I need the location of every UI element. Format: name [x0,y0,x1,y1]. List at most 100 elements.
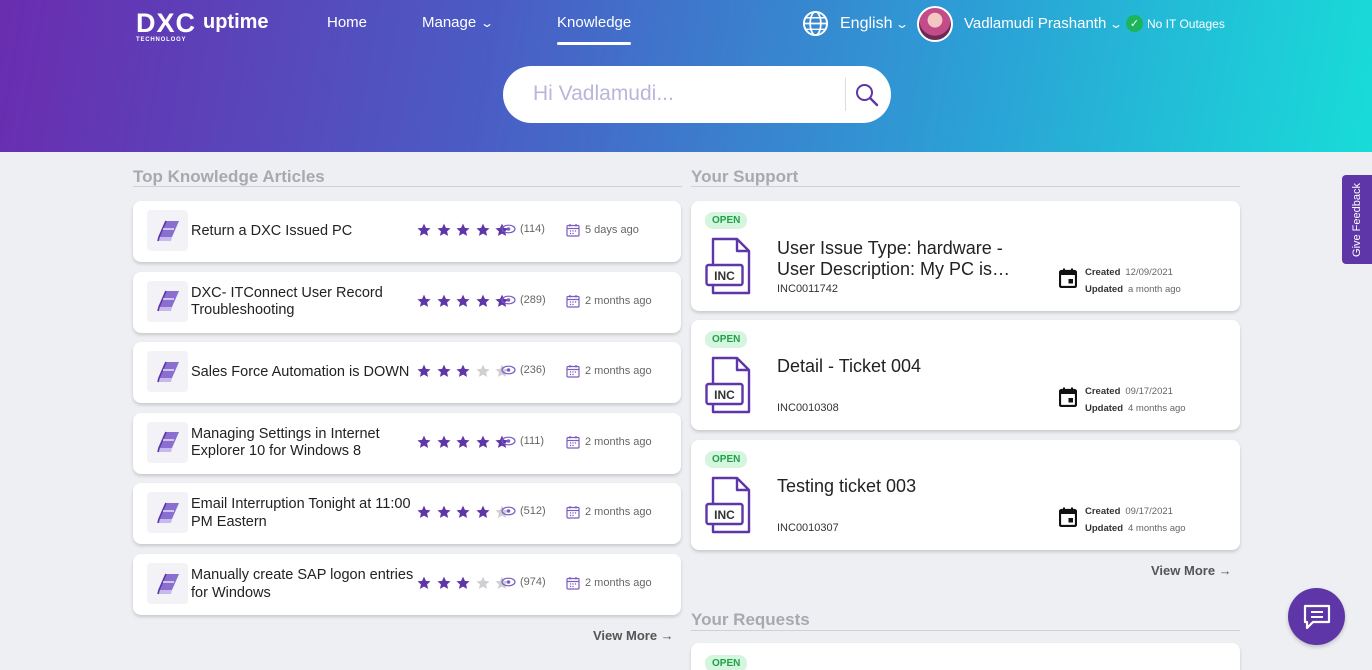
support-section-title: Your Support [691,167,799,186]
article-rating [416,222,514,238]
give-feedback-tab[interactable]: Give Feedback [1342,175,1372,264]
eye-icon [501,506,516,516]
star-icon [476,506,490,519]
knowledge-article-card[interactable]: Managing Settings in Internet Explorer 1… [133,412,681,474]
created-label: Created [1085,505,1121,517]
dxc-logo[interactable]: DXC TECHNOLOGY uptime [136,10,269,44]
chat-icon [1303,604,1330,629]
globe-icon[interactable] [802,10,829,37]
article-view-count: (289) [520,293,546,306]
svg-text:INC: INC [714,269,735,283]
article-date: 2 months ago [566,364,652,378]
chevron-down-icon: ⌄ [1109,17,1124,31]
requests-section-title: Your Requests [691,610,810,629]
updated-date: a month ago [1128,284,1181,295]
status-badge: OPEN [705,655,748,670]
knowledge-article-card[interactable]: DXC- ITConnect User Record Troubleshooti… [133,271,681,333]
article-rating [416,575,514,591]
chat-button[interactable] [1288,588,1345,645]
article-icon-box [147,280,188,322]
article-date: 2 months ago [566,505,652,519]
article-rating [416,363,514,379]
article-rating [416,504,514,520]
article-view-count: (114) [520,223,545,235]
knowledge-section-title: Top Knowledge Articles [133,167,325,186]
updated-label: Updated [1085,284,1123,295]
knowledge-article-card[interactable]: Email Interruption Tonight at 11:00 PM E… [133,483,681,545]
article-date-text: 2 months ago [585,506,652,519]
updated-date: 4 months ago [1128,403,1186,415]
eye-icon [501,295,516,304]
support-ticket-card[interactable]: OPEN INC User Issue Type: hardware - Use… [691,201,1240,311]
support-view-more-link[interactable]: View More → [1151,563,1232,578]
svg-text:INC: INC [714,388,735,402]
knowledge-article-card[interactable]: Sales Force Automation is DOWN (236) 2 mon… [133,342,681,404]
star-icon [456,576,470,589]
ticket-title: User Issue Type: hardware - User Descrip… [777,238,1011,279]
book-icon [156,502,179,524]
created-date: 09/17/2021 [1125,386,1173,398]
nav-knowledge[interactable]: Knowledge [557,14,632,45]
star-icon [417,576,431,589]
star-icon [456,506,470,519]
nav-knowledge-label: Knowledge [557,14,632,31]
search-icon[interactable] [854,82,880,108]
ticket-number: INC0011742 [777,283,838,295]
header-banner: DXC TECHNOLOGY uptime Home Manage ⌄ Knowl… [0,0,1372,152]
article-date-text: 2 months ago [585,435,652,448]
request-card[interactable]: OPEN [691,643,1240,670]
book-icon [156,290,179,312]
star-icon [437,364,451,378]
language-selector[interactable]: English ⌄ [840,15,910,33]
created-date: 09/17/2021 [1125,505,1173,517]
star-icon [437,576,451,589]
avatar[interactable] [917,6,953,42]
article-title: Email Interruption Tonight at 11:00 PM E… [191,496,411,530]
give-feedback-label: Give Feedback [1351,182,1363,257]
nav-home[interactable]: Home [327,14,367,31]
article-title: Sales Force Automation is DOWN [191,363,410,380]
calendar-icon [566,506,580,519]
created-date: 12/09/2021 [1125,267,1173,278]
knowledge-view-more-link[interactable]: View More → [593,628,674,643]
article-title: DXC- ITConnect User Record Troubleshooti… [191,284,383,319]
nav-home-label: Home [327,14,368,31]
article-view-count: (974) [520,576,546,588]
inc-document-icon: INC [705,237,751,295]
star-icon [417,435,431,448]
article-view-count: (236) [520,364,546,377]
star-icon [456,294,470,307]
star-icon [437,223,451,236]
ticket-number: INC0010307 [777,521,839,534]
calendar-icon [566,294,580,308]
star-icon [476,294,490,307]
it-status[interactable]: ✓ No IT Outages [1126,15,1225,32]
ticket-updated: Updated 4 months ago [1085,403,1186,414]
knowledge-article-card[interactable]: Manually create SAP logon entries for Wi… [133,554,681,615]
calendar-icon [1059,507,1077,527]
support-ticket-card[interactable]: OPEN INC Testing ticket 003 INC0010307 Cre… [691,439,1240,550]
user-menu[interactable]: Vadlamudi Prashanth ⌄ [964,15,1124,32]
article-title: Return a DXC Issued PC [191,222,353,239]
eye-icon [501,365,516,375]
ticket-title: Detail - Ticket 004 [777,356,922,377]
search-input[interactable] [533,78,833,110]
star-icon [417,506,431,519]
chevron-down-icon: ⌄ [480,16,495,30]
it-status-text: No IT Outages [1147,16,1225,31]
star-icon [437,506,451,519]
ticket-created: Created 09/17/2021 [1085,386,1173,397]
eye-icon [501,224,516,234]
nav-manage[interactable]: Manage ⌄ [422,14,495,31]
star-icon [437,294,451,307]
support-ticket-card[interactable]: OPEN INC Detail - Ticket 004 INC0010308 Cr… [691,320,1240,431]
book-icon [156,220,179,241]
article-date-text: 2 months ago [585,294,652,307]
status-badge: OPEN [705,212,748,229]
section-divider [691,186,1240,187]
article-views: (111) [501,435,544,447]
calendar-icon [566,435,580,449]
ticket-created: Created 09/17/2021 [1085,506,1173,517]
inc-document-icon: INC [705,476,751,533]
knowledge-article-card[interactable]: Return a DXC Issued PC (114) 5 days ago [133,201,681,262]
